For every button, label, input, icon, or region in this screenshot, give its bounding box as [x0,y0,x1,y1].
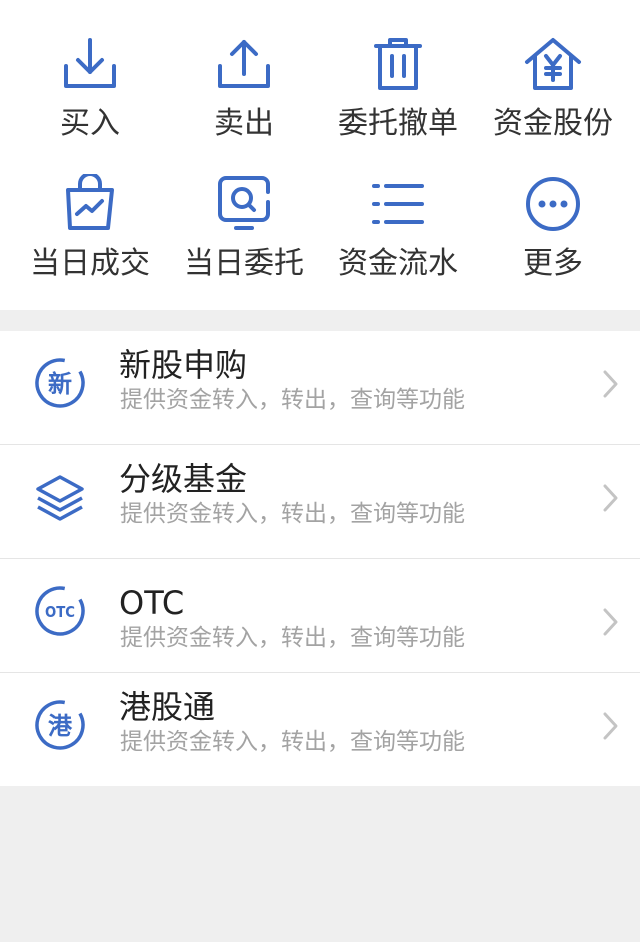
otc-badge: OTC [45,603,75,621]
fund-flow-label: 资金流水 [338,246,458,281]
today-orders-button[interactable]: 当日委托 [164,0,324,281]
list-item-subtitle: 提供资金转入，转出，查询等功能 [120,729,465,755]
fund-flow-button[interactable]: 资金流水 [318,0,478,281]
list-item-otc[interactable]: OTC OTC 提供资金转入，转出，查询等功能 [0,559,640,673]
chevron-right-icon [598,710,622,742]
otc-icon: OTC [34,585,86,637]
more-dots-icon [523,174,583,234]
today-trades-button[interactable]: 当日成交 [10,0,170,281]
hk-connect-badge: 港 [48,712,73,740]
list-item-title: 港股通 [119,688,216,726]
services-list: 新 新股申购 提供资金转入，转出，查询等功能 分级基金 提供资金转入，转出，查询… [0,331,640,786]
list-item-subtitle: 提供资金转入，转出，查询等功能 [120,501,465,527]
list-item-graded-fund[interactable]: 分级基金 提供资金转入，转出，查询等功能 [0,445,640,559]
list-item-title: OTC [119,584,185,622]
layers-icon [34,471,86,523]
quick-actions-grid: 买入 卖出 委托撤单 资金股份 当日成交 当日委托 资金流水 更多 [0,0,640,310]
hk-connect-icon: 港 [34,699,86,751]
list-item-subtitle: 提供资金转入，转出，查询等功能 [120,625,465,651]
list-item-hk-connect[interactable]: 港 港股通 提供资金转入，转出，查询等功能 [0,673,640,786]
chevron-right-icon [598,606,622,638]
list-item-subtitle: 提供资金转入，转出，查询等功能 [120,387,465,413]
new-stock-icon: 新 [34,357,86,409]
shopping-bag-chart-icon [60,174,120,234]
list-item-title: 新股申购 [119,346,248,384]
list-item-title: 分级基金 [119,460,248,498]
today-orders-label: 当日委托 [184,246,304,281]
more-button[interactable]: 更多 [473,0,633,281]
chevron-right-icon [598,368,622,400]
chevron-right-icon [598,482,622,514]
today-trades-label: 当日成交 [30,246,150,281]
search-frame-icon [214,174,274,234]
more-label: 更多 [523,246,583,281]
new-stock-badge: 新 [48,370,72,398]
list-icon [368,174,428,234]
list-item-new-stock[interactable]: 新 新股申购 提供资金转入，转出，查询等功能 [0,331,640,445]
